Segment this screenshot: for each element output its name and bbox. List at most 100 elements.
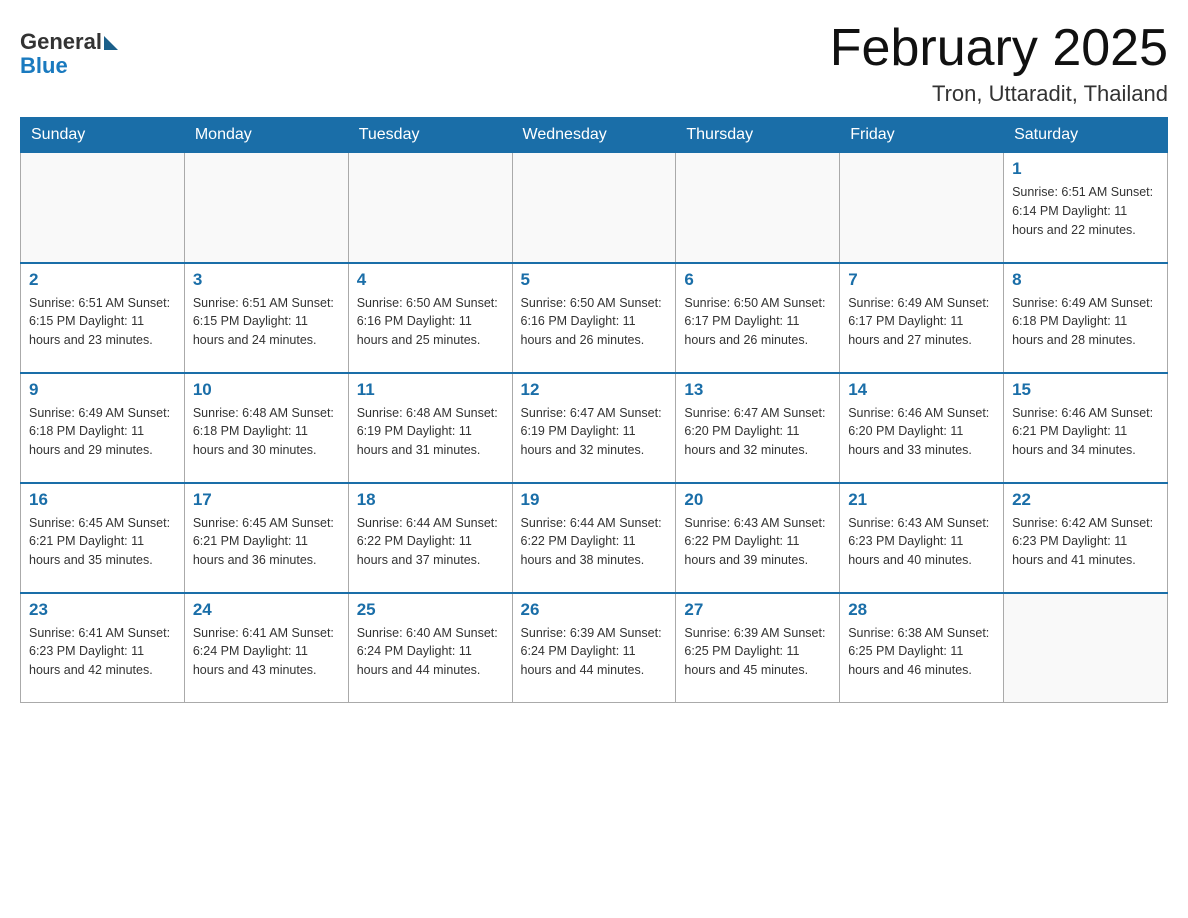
day-info: Sunrise: 6:49 AM Sunset: 6:18 PM Dayligh…: [29, 404, 176, 460]
day-info: Sunrise: 6:45 AM Sunset: 6:21 PM Dayligh…: [193, 514, 340, 570]
month-title: February 2025: [830, 20, 1168, 77]
day-info: Sunrise: 6:48 AM Sunset: 6:18 PM Dayligh…: [193, 404, 340, 460]
day-info: Sunrise: 6:43 AM Sunset: 6:22 PM Dayligh…: [684, 514, 831, 570]
calendar-cell: 1 Sunrise: 6:51 AM Sunset: 6:14 PM Daylig…: [1004, 153, 1168, 263]
day-number: 13: [684, 380, 831, 400]
day-number: 6: [684, 270, 831, 290]
day-of-week-header: Sunday: [21, 118, 185, 153]
calendar-cell: 23Sunrise: 6:41 AM Sunset: 6:23 PM Dayli…: [21, 593, 185, 703]
calendar-week-row: 1 Sunrise: 6:51 AM Sunset: 6:14 PM Daylig…: [21, 153, 1168, 263]
day-number: 19: [521, 490, 668, 510]
day-of-week-header: Saturday: [1004, 118, 1168, 153]
calendar-week-row: 2 Sunrise: 6:51 AM Sunset: 6:15 PM Daylig…: [21, 263, 1168, 373]
calendar-cell: 27 Sunrise: 6:39 AM Sunset: 6:25 PM Dayli…: [676, 593, 840, 703]
calendar-week-row: 16 Sunrise: 6:45 AM Sunset: 6:21 PM Dayli…: [21, 483, 1168, 593]
day-number: 17: [193, 490, 340, 510]
calendar-cell: 17 Sunrise: 6:45 AM Sunset: 6:21 PM Dayli…: [184, 483, 348, 593]
calendar-cell: 4 Sunrise: 6:50 AM Sunset: 6:16 PM Daylig…: [348, 263, 512, 373]
calendar-cell: [676, 153, 840, 263]
logo-arrow-icon: [104, 36, 118, 50]
day-of-week-header: Thursday: [676, 118, 840, 153]
day-info: Sunrise: 6:43 AM Sunset: 6:23 PM Dayligh…: [848, 514, 995, 570]
day-number: 1: [1012, 159, 1159, 179]
calendar-cell: 22Sunrise: 6:42 AM Sunset: 6:23 PM Dayli…: [1004, 483, 1168, 593]
day-number: 16: [29, 490, 176, 510]
calendar-cell: 14Sunrise: 6:46 AM Sunset: 6:20 PM Dayli…: [840, 373, 1004, 483]
day-info: Sunrise: 6:48 AM Sunset: 6:19 PM Dayligh…: [357, 404, 504, 460]
day-number: 22: [1012, 490, 1159, 510]
location-title: Tron, Uttaradit, Thailand: [830, 81, 1168, 107]
day-number: 8: [1012, 270, 1159, 290]
day-number: 21: [848, 490, 995, 510]
calendar-cell: [348, 153, 512, 263]
calendar-cell: 11 Sunrise: 6:48 AM Sunset: 6:19 PM Dayli…: [348, 373, 512, 483]
calendar-cell: 10 Sunrise: 6:48 AM Sunset: 6:18 PM Dayli…: [184, 373, 348, 483]
calendar-table: SundayMondayTuesdayWednesdayThursdayFrid…: [20, 117, 1168, 703]
day-number: 15: [1012, 380, 1159, 400]
day-number: 3: [193, 270, 340, 290]
day-info: Sunrise: 6:51 AM Sunset: 6:15 PM Dayligh…: [29, 294, 176, 350]
calendar-cell: [1004, 593, 1168, 703]
calendar-cell: 24 Sunrise: 6:41 AM Sunset: 6:24 PM Dayli…: [184, 593, 348, 703]
day-number: 25: [357, 600, 504, 620]
calendar-cell: 5 Sunrise: 6:50 AM Sunset: 6:16 PM Daylig…: [512, 263, 676, 373]
day-info: Sunrise: 6:51 AM Sunset: 6:14 PM Dayligh…: [1012, 183, 1159, 239]
logo: General Blue: [20, 30, 118, 78]
day-info: Sunrise: 6:46 AM Sunset: 6:20 PM Dayligh…: [848, 404, 995, 460]
day-of-week-header: Friday: [840, 118, 1004, 153]
day-info: Sunrise: 6:50 AM Sunset: 6:17 PM Dayligh…: [684, 294, 831, 350]
day-info: Sunrise: 6:50 AM Sunset: 6:16 PM Dayligh…: [521, 294, 668, 350]
day-number: 28: [848, 600, 995, 620]
calendar-cell: 7Sunrise: 6:49 AM Sunset: 6:17 PM Daylig…: [840, 263, 1004, 373]
calendar-week-row: 23Sunrise: 6:41 AM Sunset: 6:23 PM Dayli…: [21, 593, 1168, 703]
day-info: Sunrise: 6:51 AM Sunset: 6:15 PM Dayligh…: [193, 294, 340, 350]
calendar-cell: 13 Sunrise: 6:47 AM Sunset: 6:20 PM Dayli…: [676, 373, 840, 483]
day-info: Sunrise: 6:47 AM Sunset: 6:19 PM Dayligh…: [521, 404, 668, 460]
page-header: General Blue February 2025 Tron, Uttarad…: [20, 20, 1168, 107]
day-number: 7: [848, 270, 995, 290]
calendar-cell: 3 Sunrise: 6:51 AM Sunset: 6:15 PM Daylig…: [184, 263, 348, 373]
calendar-cell: 18Sunrise: 6:44 AM Sunset: 6:22 PM Dayli…: [348, 483, 512, 593]
day-number: 5: [521, 270, 668, 290]
calendar-cell: 16Sunrise: 6:45 AM Sunset: 6:21 PM Dayli…: [21, 483, 185, 593]
calendar-cell: 20 Sunrise: 6:43 AM Sunset: 6:22 PM Dayli…: [676, 483, 840, 593]
day-number: 2: [29, 270, 176, 290]
day-info: Sunrise: 6:38 AM Sunset: 6:25 PM Dayligh…: [848, 624, 995, 680]
calendar-cell: [512, 153, 676, 263]
day-number: 9: [29, 380, 176, 400]
logo-blue-text: Blue: [20, 54, 118, 78]
day-number: 18: [357, 490, 504, 510]
logo-general-text: General: [20, 30, 102, 54]
day-number: 11: [357, 380, 504, 400]
day-info: Sunrise: 6:41 AM Sunset: 6:24 PM Dayligh…: [193, 624, 340, 680]
calendar-cell: [184, 153, 348, 263]
day-info: Sunrise: 6:46 AM Sunset: 6:21 PM Dayligh…: [1012, 404, 1159, 460]
day-number: 27: [684, 600, 831, 620]
day-number: 12: [521, 380, 668, 400]
calendar-cell: 12 Sunrise: 6:47 AM Sunset: 6:19 PM Dayli…: [512, 373, 676, 483]
day-number: 20: [684, 490, 831, 510]
calendar-cell: 19 Sunrise: 6:44 AM Sunset: 6:22 PM Dayli…: [512, 483, 676, 593]
day-info: Sunrise: 6:49 AM Sunset: 6:18 PM Dayligh…: [1012, 294, 1159, 350]
calendar-cell: 8 Sunrise: 6:49 AM Sunset: 6:18 PM Daylig…: [1004, 263, 1168, 373]
day-number: 10: [193, 380, 340, 400]
title-section: February 2025 Tron, Uttaradit, Thailand: [830, 20, 1168, 107]
day-of-week-header: Tuesday: [348, 118, 512, 153]
calendar-cell: 6 Sunrise: 6:50 AM Sunset: 6:17 PM Daylig…: [676, 263, 840, 373]
day-info: Sunrise: 6:40 AM Sunset: 6:24 PM Dayligh…: [357, 624, 504, 680]
calendar-cell: 25 Sunrise: 6:40 AM Sunset: 6:24 PM Dayli…: [348, 593, 512, 703]
calendar-cell: 21 Sunrise: 6:43 AM Sunset: 6:23 PM Dayli…: [840, 483, 1004, 593]
day-info: Sunrise: 6:39 AM Sunset: 6:25 PM Dayligh…: [684, 624, 831, 680]
day-info: Sunrise: 6:39 AM Sunset: 6:24 PM Dayligh…: [521, 624, 668, 680]
day-number: 24: [193, 600, 340, 620]
day-number: 26: [521, 600, 668, 620]
calendar-cell: 9 Sunrise: 6:49 AM Sunset: 6:18 PM Daylig…: [21, 373, 185, 483]
day-of-week-header: Wednesday: [512, 118, 676, 153]
day-info: Sunrise: 6:44 AM Sunset: 6:22 PM Dayligh…: [521, 514, 668, 570]
calendar-cell: 15 Sunrise: 6:46 AM Sunset: 6:21 PM Dayli…: [1004, 373, 1168, 483]
day-info: Sunrise: 6:47 AM Sunset: 6:20 PM Dayligh…: [684, 404, 831, 460]
calendar-cell: 2 Sunrise: 6:51 AM Sunset: 6:15 PM Daylig…: [21, 263, 185, 373]
day-number: 4: [357, 270, 504, 290]
day-info: Sunrise: 6:41 AM Sunset: 6:23 PM Dayligh…: [29, 624, 176, 680]
day-info: Sunrise: 6:50 AM Sunset: 6:16 PM Dayligh…: [357, 294, 504, 350]
